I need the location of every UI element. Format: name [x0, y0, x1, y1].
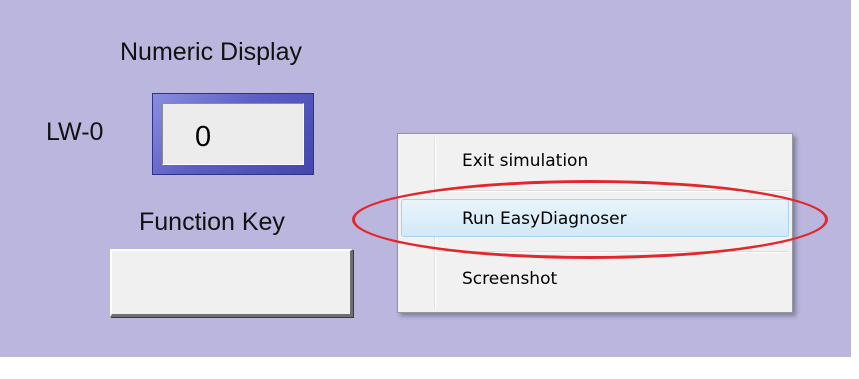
menu-item-label: Run EasyDiagnoser — [462, 209, 627, 229]
menu-item-run-easydiagnoser[interactable]: Run EasyDiagnoser — [401, 199, 789, 237]
numeric-display-field: 0 — [162, 103, 304, 165]
function-key-button[interactable] — [110, 249, 353, 317]
menu-separator — [437, 190, 789, 192]
numeric-display-value: 0 — [195, 121, 212, 153]
function-key-title: Function Key — [139, 208, 285, 236]
context-menu: Exit simulation Run EasyDiagnoser Screen… — [397, 133, 793, 313]
simulation-screen: Numeric Display LW-0 0 Function Key Exit… — [0, 0, 851, 357]
menu-item-label: Screenshot — [462, 269, 558, 289]
menu-item-label: Exit simulation — [462, 151, 589, 171]
menu-item-screenshot[interactable]: Screenshot — [401, 259, 789, 297]
menu-separator — [437, 251, 789, 253]
lw-address-label: LW-0 — [46, 118, 104, 146]
numeric-display[interactable]: 0 — [152, 93, 314, 175]
numeric-display-title: Numeric Display — [120, 38, 302, 66]
menu-item-exit-simulation[interactable]: Exit simulation — [401, 141, 789, 179]
